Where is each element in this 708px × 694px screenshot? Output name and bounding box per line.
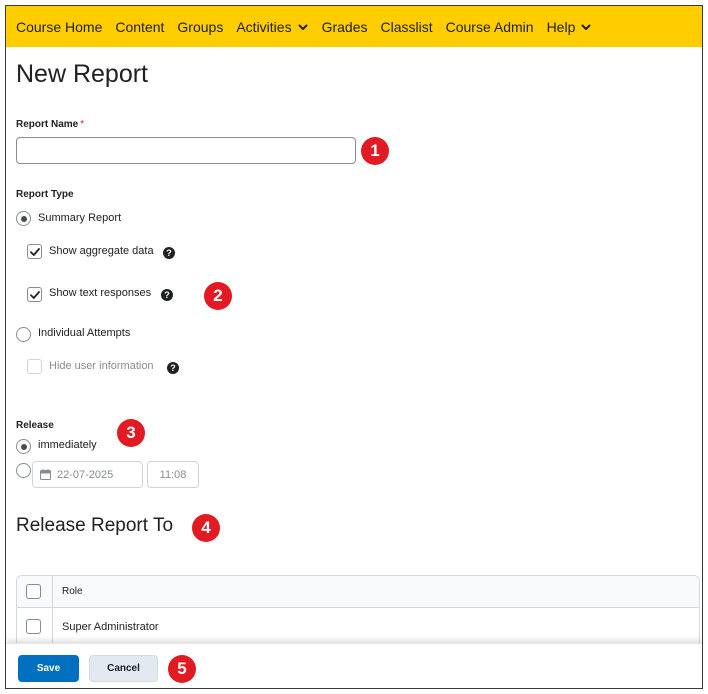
release-immediately-radio[interactable] [16, 439, 31, 454]
nav-activities[interactable]: Activities [236, 19, 308, 35]
callout-badge-4: 4 [192, 514, 220, 542]
checkmark-icon [30, 291, 40, 299]
nav-activities-label: Activities [236, 18, 292, 35]
select-all-checkbox[interactable] [26, 583, 41, 599]
chevron-down-icon [298, 24, 308, 30]
nav-groups[interactable]: Groups [177, 19, 223, 35]
show-aggregate-checkbox[interactable] [27, 244, 42, 259]
release-report-to-title: Release Report To [16, 515, 174, 536]
calendar-icon [40, 469, 51, 480]
cancel-button[interactable]: Cancel [89, 655, 158, 682]
show-text-responses-checkbox[interactable] [27, 287, 42, 302]
sticky-footer: Save Cancel 5 [6, 643, 702, 688]
individual-attempts-label: Individual Attempts [38, 327, 131, 339]
help-icon[interactable]: ? [163, 247, 175, 259]
help-icon[interactable]: ? [167, 362, 179, 374]
release-time-value: 11:08 [159, 468, 187, 481]
release-time-input[interactable]: 11:08 [147, 461, 199, 488]
callout-badge-3: 3 [117, 419, 145, 447]
row-select-cell [17, 608, 53, 644]
nav-content[interactable]: Content [115, 19, 164, 35]
page-title: New Report [16, 60, 148, 88]
nav-help[interactable]: Help [547, 19, 593, 35]
nav-course-admin[interactable]: Course Admin [446, 19, 534, 35]
callout-badge-2: 2 [204, 282, 232, 310]
callout-badge-5: 5 [168, 655, 196, 683]
table-row: Super Administrator [17, 608, 699, 644]
app-frame: Course Home Content Groups Activities Gr… [5, 5, 703, 689]
table-header: Role [17, 576, 699, 608]
hide-user-info-label: Hide user information [49, 360, 154, 372]
help-icon[interactable]: ? [161, 289, 173, 301]
callout-badge-1: 1 [361, 137, 389, 165]
show-aggregate-label: Show aggregate data [49, 245, 154, 257]
hide-user-info-checkbox[interactable] [27, 359, 42, 374]
release-date-value: 22-07-2025 [57, 468, 114, 481]
release-immediately-label: immediately [38, 439, 97, 451]
role-name: Super Administrator [62, 621, 159, 633]
nav-help-label: Help [546, 18, 576, 35]
course-navbar: Course Home Content Groups Activities Gr… [6, 6, 702, 47]
checkmark-icon [30, 248, 40, 256]
release-date-input[interactable]: 22-07-2025 [32, 461, 143, 488]
release-date-radio[interactable] [16, 463, 31, 478]
select-all-cell [17, 576, 53, 607]
individual-attempts-radio[interactable] [16, 327, 31, 342]
roles-table: Role Super Administrator [16, 575, 700, 645]
report-name-label-text: Report Name [16, 119, 79, 130]
row-checkbox[interactable] [26, 619, 41, 634]
report-type-label: Report Type [16, 189, 74, 200]
report-name-label: Report Name * [16, 119, 84, 130]
nav-classlist[interactable]: Classlist [381, 19, 433, 35]
nav-grades[interactable]: Grades [322, 19, 368, 35]
required-mark: * [80, 119, 85, 130]
show-text-responses-label: Show text responses [49, 287, 152, 299]
report-name-input[interactable] [16, 137, 356, 164]
nav-course-home[interactable]: Course Home [16, 19, 102, 35]
summary-report-label: Summary Report [38, 212, 122, 224]
save-button[interactable]: Save [18, 655, 79, 682]
release-label: Release [16, 420, 54, 431]
summary-report-radio[interactable] [16, 211, 31, 226]
chevron-down-icon [581, 24, 591, 30]
column-header-role: Role [62, 586, 83, 597]
